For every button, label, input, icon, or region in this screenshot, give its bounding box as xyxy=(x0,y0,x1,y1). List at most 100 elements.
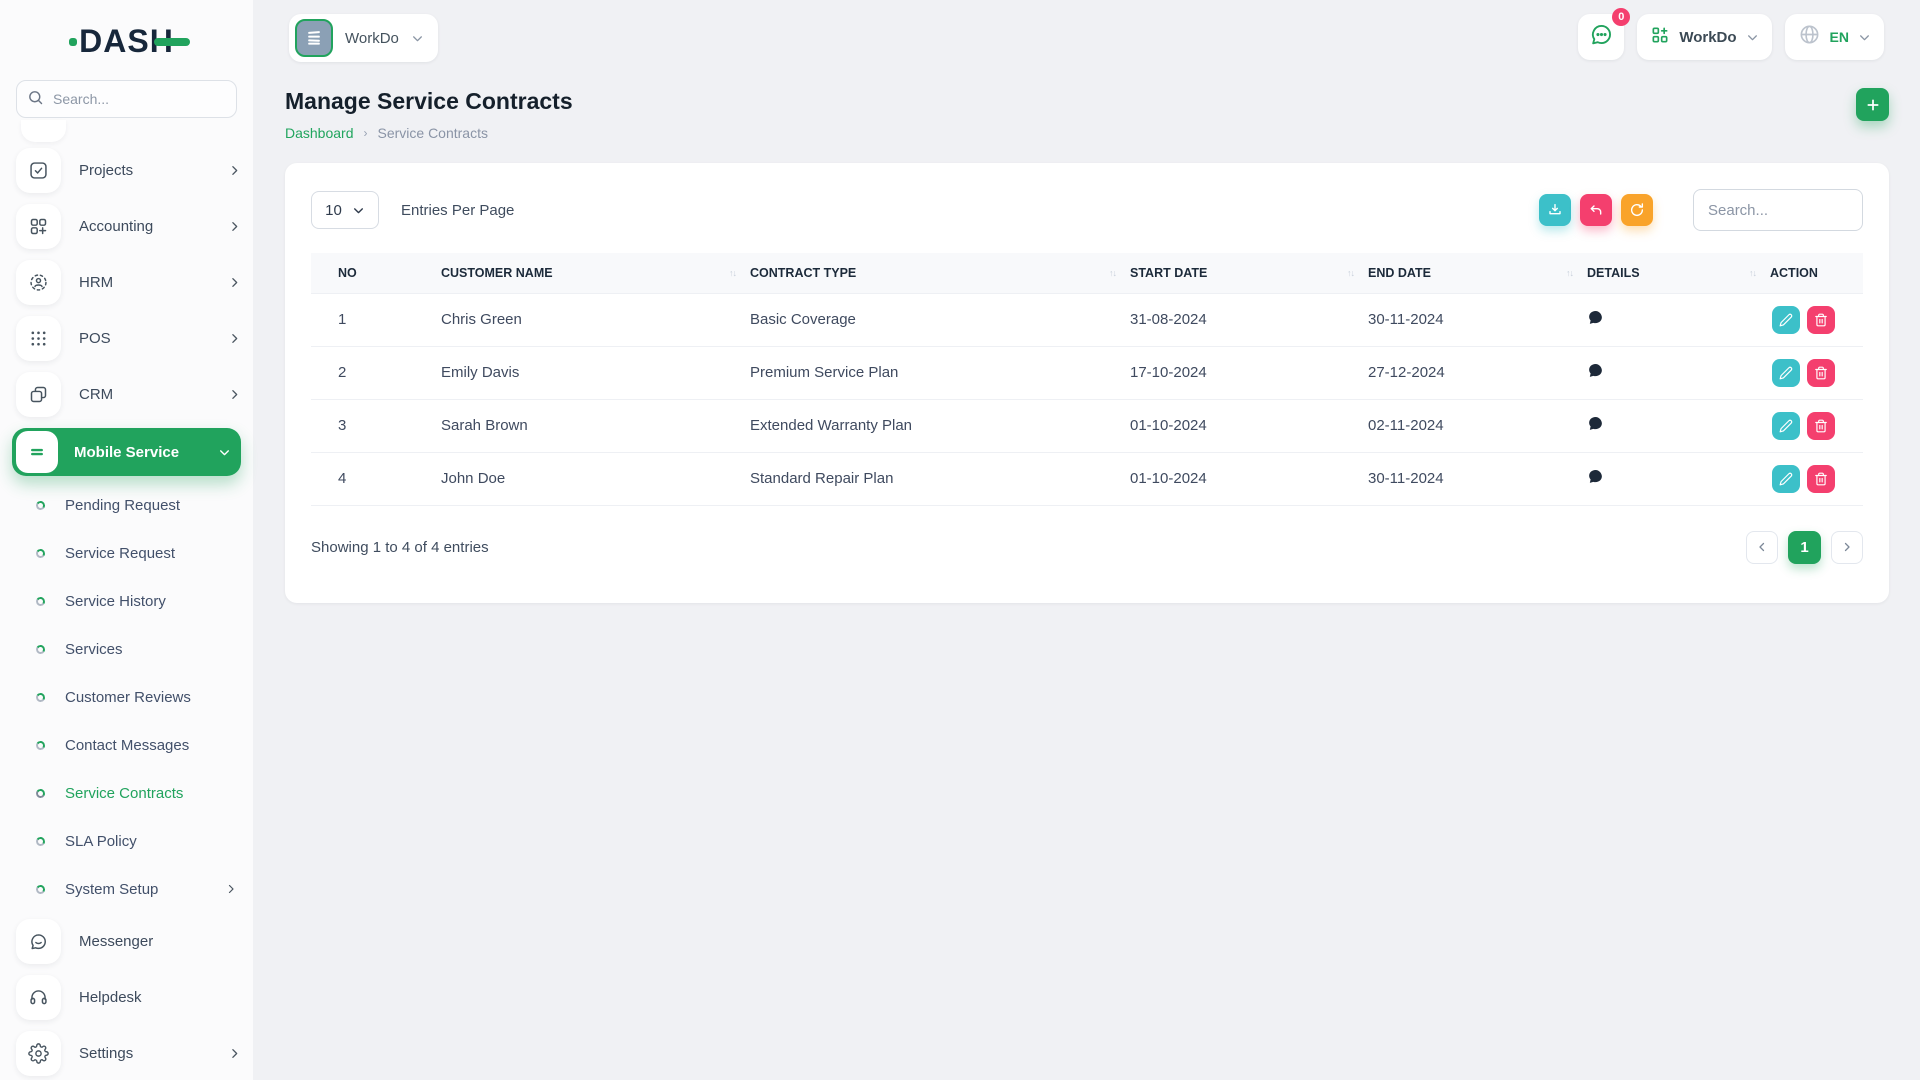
cell-details[interactable] xyxy=(1587,399,1770,452)
sort-icon[interactable]: ↑↓ xyxy=(1347,268,1354,278)
page-title: Manage Service Contracts xyxy=(285,88,573,115)
table-search-input[interactable] xyxy=(1693,189,1863,231)
sidebar-item-projects[interactable]: Projects xyxy=(0,142,253,198)
sort-icon[interactable]: ↑↓ xyxy=(1749,268,1756,278)
table-toolbar: 10 Entries Per Page xyxy=(311,189,1863,231)
breadcrumb-current: Service Contracts xyxy=(378,125,488,141)
delete-button[interactable] xyxy=(1807,465,1835,493)
bullet-icon xyxy=(35,644,46,655)
delete-button[interactable] xyxy=(1807,412,1835,440)
globe-icon xyxy=(1798,23,1821,51)
app-window: DASH Projects Accou xyxy=(0,0,1920,1080)
edit-button[interactable] xyxy=(1772,465,1800,493)
cell-details[interactable] xyxy=(1587,346,1770,399)
pagination-next-button[interactable] xyxy=(1831,531,1863,564)
col-header-contract-type[interactable]: CONTRACT TYPE↑↓ xyxy=(750,253,1130,293)
delete-button[interactable] xyxy=(1807,359,1835,387)
chevron-right-icon xyxy=(228,332,241,345)
messages-button[interactable]: 0 xyxy=(1578,14,1624,60)
undo-arrow-icon xyxy=(1588,202,1604,218)
sidebar-subitem-services[interactable]: Services xyxy=(0,625,253,673)
pagination-page-1[interactable]: 1 xyxy=(1788,531,1821,564)
sidebar-item-partial[interactable] xyxy=(21,120,66,142)
sidebar-subitem-customer-reviews[interactable]: Customer Reviews xyxy=(0,673,253,721)
col-header-end-date[interactable]: END DATE↑↓ xyxy=(1368,253,1587,293)
cell-end: 30-11-2024 xyxy=(1368,293,1587,346)
bullet-icon xyxy=(35,500,46,511)
bullet-icon xyxy=(35,548,46,559)
sidebar-subitem-pending-request[interactable]: Pending Request xyxy=(0,481,253,529)
sidebar-item-crm[interactable]: CRM xyxy=(0,366,253,422)
sidebar-item-helpdesk[interactable]: Helpdesk xyxy=(0,969,253,1025)
chevron-right-icon xyxy=(1841,541,1853,553)
chevron-left-icon xyxy=(1756,541,1768,553)
cell-contract: Standard Repair Plan xyxy=(750,452,1130,505)
brand-logo[interactable]: DASH xyxy=(0,0,253,72)
sidebar-item-label: HRM xyxy=(79,274,228,291)
pagination-prev-button[interactable] xyxy=(1746,531,1778,564)
topbar: WorkDo 0 WorkDo xyxy=(253,0,1920,62)
projects-icon xyxy=(16,148,61,193)
sidebar-subitem-service-history[interactable]: Service History xyxy=(0,577,253,625)
cell-details[interactable] xyxy=(1587,293,1770,346)
sidebar-item-messenger[interactable]: Messenger xyxy=(0,913,253,969)
search-icon xyxy=(27,89,44,111)
sort-icon[interactable]: ↑↓ xyxy=(1566,268,1573,278)
sidebar-item-mobile-service[interactable]: Mobile Service xyxy=(12,428,241,476)
delete-button[interactable] xyxy=(1807,306,1835,334)
language-dropdown[interactable]: EN xyxy=(1785,14,1884,60)
cell-no: 1 xyxy=(311,293,441,346)
workspace-switcher[interactable]: WorkDo xyxy=(289,14,438,62)
col-header-no[interactable]: NO xyxy=(311,253,441,293)
chevron-down-icon xyxy=(352,204,365,217)
edit-button[interactable] xyxy=(1772,412,1800,440)
entries-per-page-select[interactable]: 10 xyxy=(311,191,379,229)
sidebar-item-settings[interactable]: Settings xyxy=(0,1025,253,1080)
add-contract-button[interactable] xyxy=(1856,88,1889,121)
comment-bubble-icon xyxy=(1587,468,1604,485)
sidebar-subitem-system-setup[interactable]: System Setup xyxy=(0,865,253,913)
cell-no: 4 xyxy=(311,452,441,505)
sidebar-item-label: CRM xyxy=(79,386,228,403)
edit-button[interactable] xyxy=(1772,306,1800,334)
app-menu-dropdown[interactable]: WorkDo xyxy=(1637,14,1771,60)
refresh-button[interactable] xyxy=(1621,194,1653,226)
edit-button[interactable] xyxy=(1772,359,1800,387)
chevron-right-icon xyxy=(228,276,241,289)
col-header-start-date[interactable]: START DATE↑↓ xyxy=(1130,253,1368,293)
sidebar-subitem-service-request[interactable]: Service Request xyxy=(0,529,253,577)
undo-back-button[interactable] xyxy=(1580,194,1612,226)
contracts-table: NO CUSTOMER NAME↑↓ CONTRACT TYPE↑↓ START… xyxy=(311,253,1863,506)
sidebar-subitem-service-contracts[interactable]: Service Contracts xyxy=(0,769,253,817)
workspace-building-icon xyxy=(295,19,333,57)
sidebar-item-hrm[interactable]: HRM xyxy=(0,254,253,310)
trash-icon xyxy=(1814,313,1828,327)
sidebar-subitem-sla-policy[interactable]: SLA Policy xyxy=(0,817,253,865)
sidebar-item-accounting[interactable]: Accounting xyxy=(0,198,253,254)
col-header-details[interactable]: DETAILS↑↓ xyxy=(1587,253,1770,293)
download-icon xyxy=(1547,202,1563,218)
export-download-button[interactable] xyxy=(1539,194,1571,226)
table-footer: Showing 1 to 4 of 4 entries 1 xyxy=(311,531,1863,564)
sort-icon[interactable]: ↑↓ xyxy=(729,268,736,278)
crm-icon xyxy=(16,372,61,417)
grid-plus-icon xyxy=(1650,25,1670,50)
trash-icon xyxy=(1814,366,1828,380)
trash-icon xyxy=(1814,419,1828,433)
cell-contract: Extended Warranty Plan xyxy=(750,399,1130,452)
sidebar-search-input[interactable] xyxy=(16,80,237,118)
cell-details[interactable] xyxy=(1587,452,1770,505)
sidebar-item-pos[interactable]: POS xyxy=(0,310,253,366)
sort-icon[interactable]: ↑↓ xyxy=(1109,268,1116,278)
chevron-right-icon xyxy=(228,388,241,401)
breadcrumb-dashboard-link[interactable]: Dashboard xyxy=(285,125,354,141)
cell-end: 30-11-2024 xyxy=(1368,452,1587,505)
chevron-right-icon xyxy=(228,164,241,177)
table-header-row: NO CUSTOMER NAME↑↓ CONTRACT TYPE↑↓ START… xyxy=(311,253,1863,293)
col-header-customer-name[interactable]: CUSTOMER NAME↑↓ xyxy=(441,253,750,293)
app-menu-label: WorkDo xyxy=(1679,29,1736,46)
pencil-icon xyxy=(1779,366,1793,380)
sidebar-subitem-contact-messages[interactable]: Contact Messages xyxy=(0,721,253,769)
logo-accent-dot xyxy=(69,38,77,46)
pencil-icon xyxy=(1779,313,1793,327)
